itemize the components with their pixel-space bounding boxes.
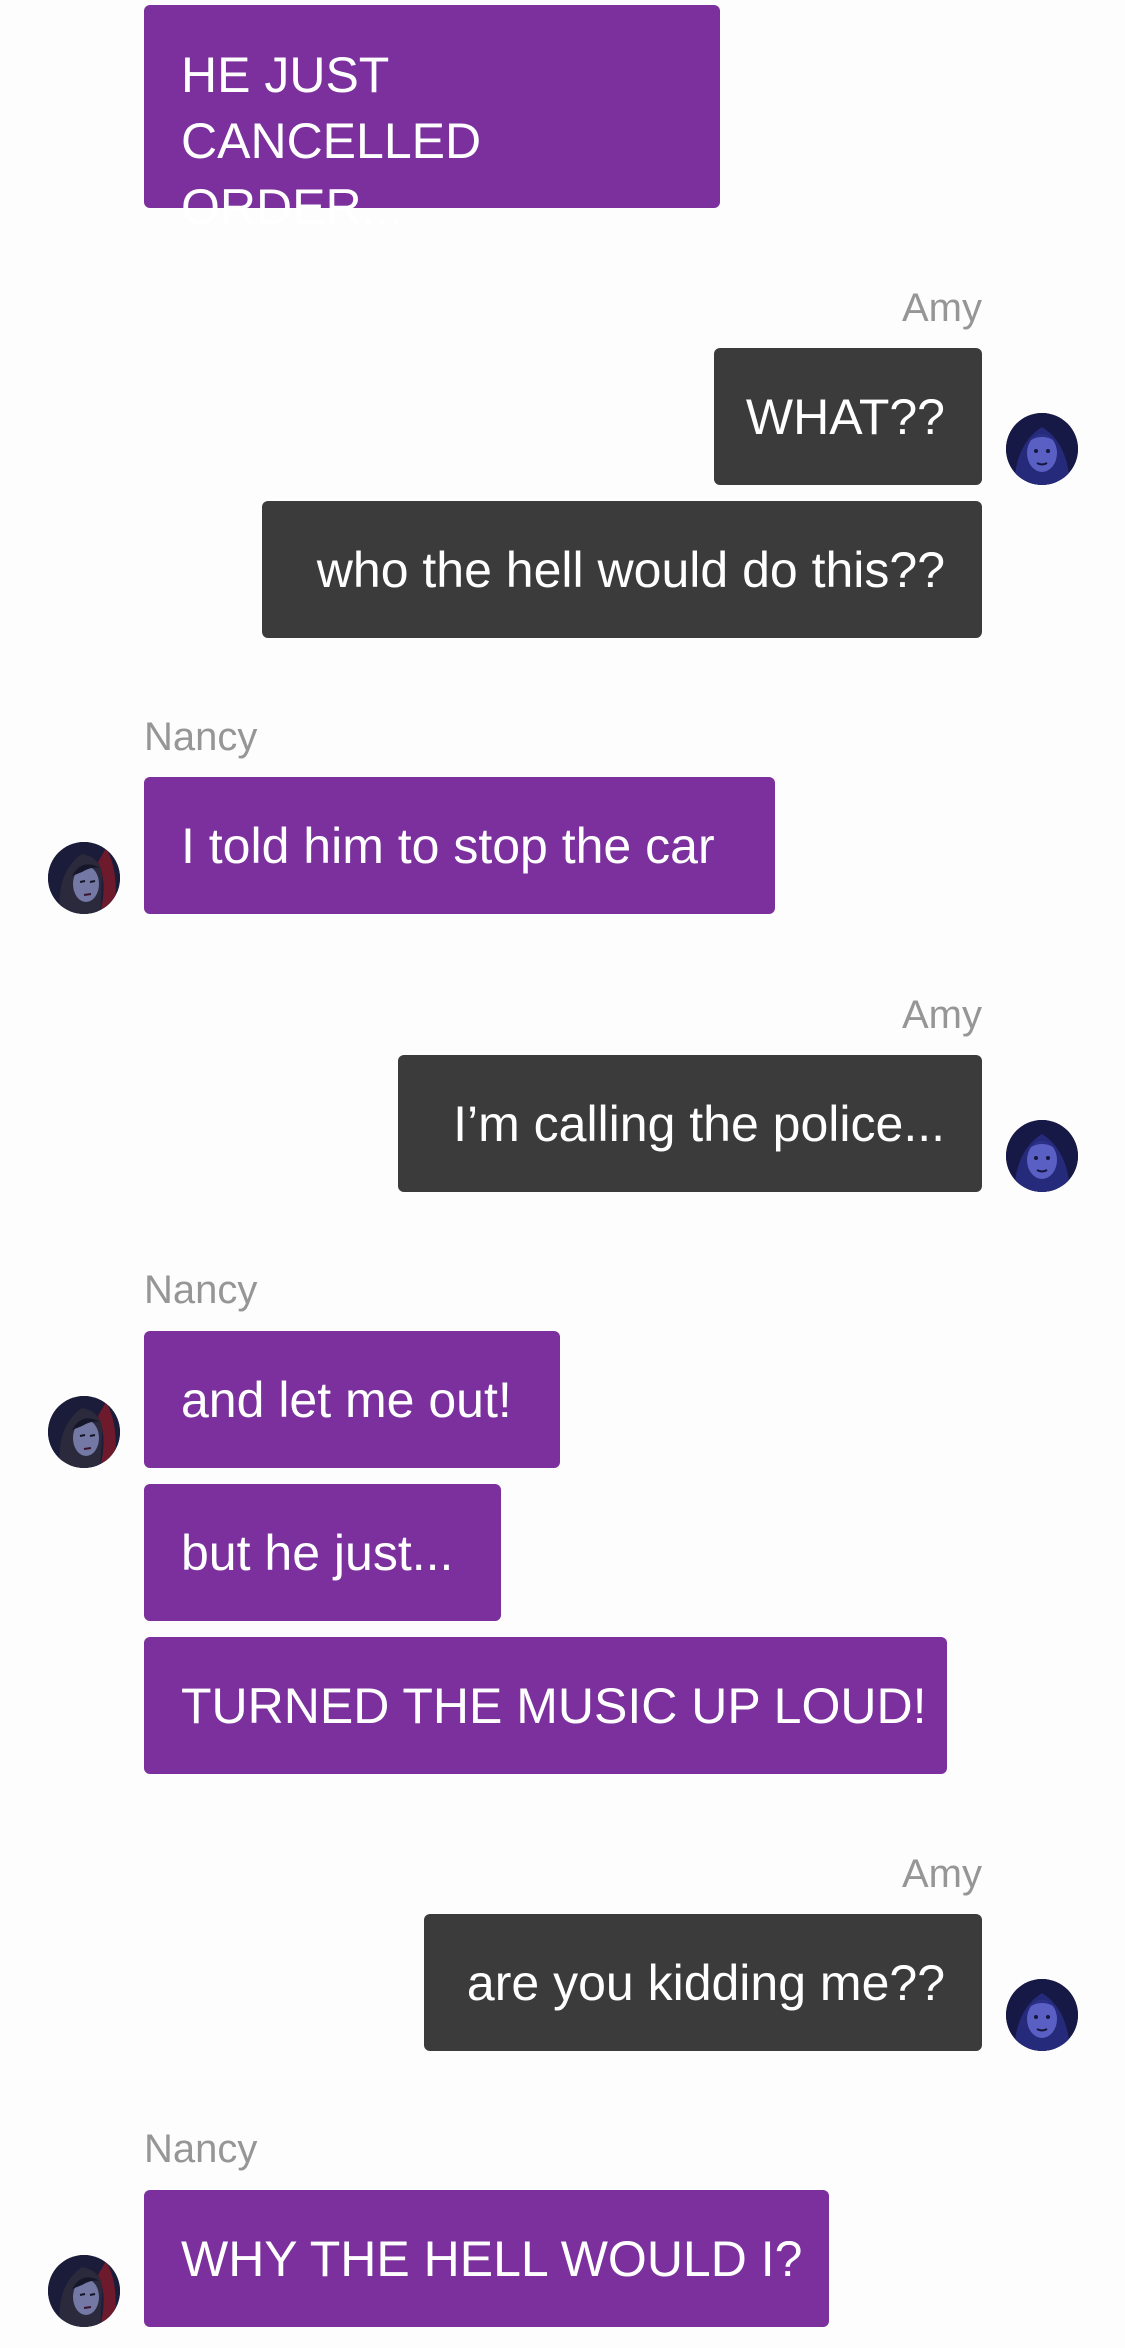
message-bubble-amy: who the hell would do this?? [262,501,982,638]
message-text: and let me out! [181,1371,512,1428]
avatar-amy-icon [1006,413,1078,485]
avatar-amy-icon [1006,1120,1078,1192]
message-bubble-amy: are you kidding me?? [424,1914,982,2051]
message-text: TURNED THE MUSIC UP LOUD! [181,1677,927,1734]
message-bubble-nancy: but he just... [144,1484,501,1621]
sender-label-amy: Amy [902,993,982,1037]
avatar-nancy-icon [48,1396,120,1468]
message-text: WHAT?? [745,388,945,445]
sender-label-amy: Amy [902,1852,982,1896]
message-bubble-amy: I’m calling the police... [398,1055,982,1192]
sender-label-nancy: Nancy [144,1268,258,1312]
message-text: HE JUST CANCELLED ORDER... [181,47,482,235]
sender-label-amy: Amy [902,286,982,330]
message-text: who the hell would do this?? [316,541,945,598]
message-bubble-nancy: TURNED THE MUSIC UP LOUD! [144,1637,947,1774]
message-bubble-nancy: and let me out! [144,1331,560,1468]
message-text: are you kidding me?? [466,1954,945,2011]
sender-label-nancy: Nancy [144,2127,258,2171]
message-text: but he just... [181,1524,454,1581]
avatar-nancy-icon [48,2255,120,2327]
message-bubble-nancy: WHY THE HELL WOULD I? [144,2190,829,2327]
message-bubble-amy: WHAT?? [714,348,982,485]
sender-label-nancy: Nancy [144,715,258,759]
message-bubble-nancy: I told him to stop the car [144,777,775,914]
message-text: I’m calling the police... [453,1095,945,1152]
message-bubble-nancy: HE JUST CANCELLED ORDER... [144,5,720,235]
message-text: WHY THE HELL WOULD I? [181,2230,803,2287]
avatar-amy-icon [1006,1979,1078,2051]
avatar-nancy-icon [48,842,120,914]
message-text: I told him to stop the car [181,817,715,874]
